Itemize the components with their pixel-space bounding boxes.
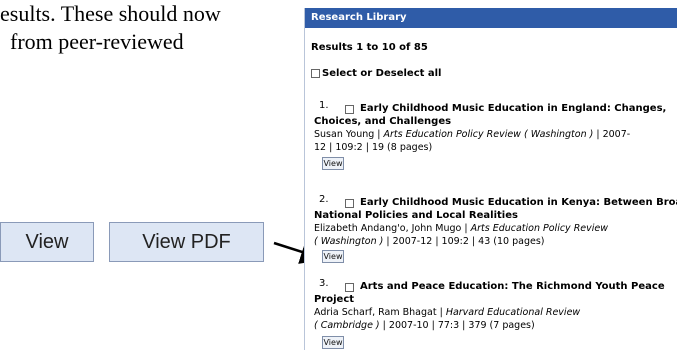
item-citation-details: ( Washington ) | 2007-12 | 109:2 | 43 (1… xyxy=(314,236,545,247)
view-button[interactable]: View xyxy=(322,250,344,263)
item-title[interactable]: Arts and Peace Education: The Richmond Y… xyxy=(360,280,665,293)
item-checkbox[interactable] xyxy=(345,283,354,292)
item-title-continued[interactable]: National Policies and Local Realities xyxy=(314,209,518,222)
item-title[interactable]: Early Childhood Music Education in Kenya… xyxy=(360,196,677,209)
item-citation-details: 12 | 109:2 | 19 (8 pages) xyxy=(314,142,433,153)
item-citation-details: ( Cambridge ) | 2007-10 | 77:3 | 379 (7 … xyxy=(314,320,535,331)
select-all-checkbox[interactable] xyxy=(311,69,320,78)
item-number: 2. xyxy=(319,194,329,205)
journal-name: Arts Education Policy Review xyxy=(470,223,609,234)
item-citation: Adria Scharf, Ram Bhagat | Harvard Educa… xyxy=(314,307,581,318)
item-title[interactable]: Early Childhood Music Education in Engla… xyxy=(360,102,666,115)
select-all-control[interactable]: Select or Deselect all xyxy=(311,68,442,79)
item-checkbox[interactable] xyxy=(345,105,354,114)
item-citation: Susan Young | Arts Education Policy Revi… xyxy=(314,129,631,140)
item-number: 1. xyxy=(319,100,329,111)
view-button-enlarged[interactable]: View xyxy=(0,222,94,262)
view-button[interactable]: View xyxy=(322,336,344,349)
tutorial-text-line-1: esults. These should now xyxy=(0,1,221,26)
view-pdf-button-enlarged[interactable]: View PDF xyxy=(109,222,264,262)
research-library-panel: Research Library Results 1 to 10 of 85 S… xyxy=(304,8,677,350)
item-title-continued[interactable]: Choices, and Challenges xyxy=(314,115,451,128)
panel-header: Research Library xyxy=(305,8,677,28)
item-number: 3. xyxy=(319,278,329,289)
tutorial-text-line-2: from peer-reviewed xyxy=(10,29,184,54)
item-citation: Elizabeth Andang'o, John Mugo | Arts Edu… xyxy=(314,223,609,234)
journal-name: Harvard Educational Review xyxy=(445,307,581,318)
results-count: Results 1 to 10 of 85 xyxy=(311,42,428,53)
item-checkbox[interactable] xyxy=(345,199,354,208)
item-title-continued[interactable]: Project xyxy=(314,293,354,306)
select-all-label: Select or Deselect all xyxy=(322,68,442,79)
view-button[interactable]: View xyxy=(322,157,344,170)
journal-name: Arts Education Policy Review ( Washingto… xyxy=(383,129,594,140)
